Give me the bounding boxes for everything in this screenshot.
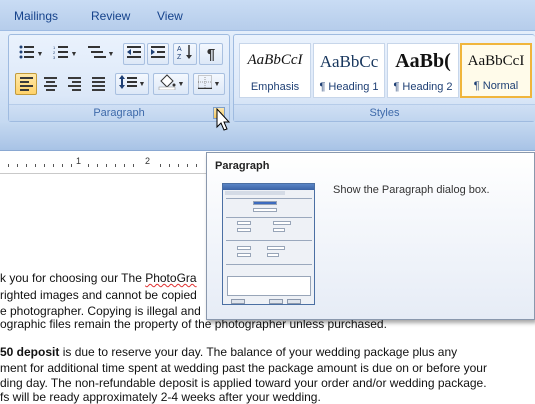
document-line: fs will be ready approximately 2-4 weeks… <box>0 390 321 404</box>
svg-text:A: A <box>177 46 182 53</box>
style-name: ¶ Normal <box>473 80 519 92</box>
numbering-button[interactable]: 123 ▼ <box>49 43 81 65</box>
style-sample: AaBbCcI <box>467 53 525 69</box>
style-heading-1[interactable]: AaBbCc ¶ Heading 1 <box>313 43 385 98</box>
styles-group-label: Styles <box>234 104 535 121</box>
ribbon-tab-bar: Mailings Review View <box>0 0 535 30</box>
decrease-indent-button[interactable] <box>123 43 145 65</box>
spelling-error: PhotoGra <box>145 271 197 285</box>
ribbon-bottom-band <box>0 123 535 151</box>
show-hide-marks-button[interactable]: ¶ <box>199 43 223 65</box>
document-line: ment for additional time spent at weddin… <box>0 361 487 375</box>
align-left-icon <box>19 77 33 91</box>
increase-indent-button[interactable] <box>147 43 169 65</box>
style-normal[interactable]: AaBbCcI ¶ Normal <box>460 43 532 98</box>
pilcrow-icon: ¶ <box>206 45 216 63</box>
align-center-button[interactable] <box>39 73 61 95</box>
style-name: Emphasis <box>250 81 300 93</box>
paragraph-group: ▼ 123 ▼ ▼ AZ ¶ ▼ ▼ ▼ Paragraph <box>8 34 230 122</box>
paragraph-group-label: Paragraph <box>9 104 229 121</box>
style-heading-2[interactable]: AaBb( ¶ Heading 2 <box>387 43 459 98</box>
decrease-indent-icon <box>127 45 141 64</box>
tooltip-description: Show the Paragraph dialog box. <box>333 184 490 196</box>
document-line: ding day. The non-refundable deposit is … <box>0 376 487 390</box>
style-sample: AaBbCc <box>319 52 379 71</box>
chevron-down-icon: ▼ <box>36 50 44 58</box>
paragraph-tooltip: Paragraph Show the Paragraph dialog box. <box>206 152 535 320</box>
document-line: righted images and cannot be copied <box>0 288 197 302</box>
paint-bucket-icon <box>158 73 176 95</box>
bullets-button[interactable]: ▼ <box>15 43 47 65</box>
style-name: ¶ Heading 2 <box>393 81 453 93</box>
align-right-icon <box>67 77 81 91</box>
styles-group: AaBbCcI Emphasis AaBbCc ¶ Heading 1 AaBb… <box>233 34 535 122</box>
tab-mailings[interactable]: Mailings <box>14 9 58 23</box>
style-name: ¶ Heading 1 <box>319 81 379 93</box>
borders-icon <box>197 74 212 94</box>
align-right-button[interactable] <box>63 73 85 95</box>
ribbon: ▼ 123 ▼ ▼ AZ ¶ ▼ ▼ ▼ Paragraph AaBbCcI E… <box>0 30 535 123</box>
chevron-down-icon: ▼ <box>138 80 146 88</box>
sort-az-icon: AZ <box>177 44 193 65</box>
align-left-button[interactable] <box>15 73 37 95</box>
chevron-down-icon: ▼ <box>107 50 115 58</box>
tooltip-title: Paragraph <box>215 160 270 172</box>
chevron-down-icon: ▼ <box>213 80 221 88</box>
shading-button[interactable]: ▼ <box>153 73 189 95</box>
increase-indent-icon <box>151 45 165 64</box>
svg-text:3: 3 <box>53 55 56 59</box>
style-emphasis[interactable]: AaBbCcI Emphasis <box>239 43 311 98</box>
tab-review[interactable]: Review <box>91 9 130 23</box>
numbering-icon: 123 <box>53 45 69 64</box>
sort-button[interactable]: AZ <box>173 43 197 65</box>
ruler-number: 2 <box>145 156 151 166</box>
chevron-down-icon: ▼ <box>177 80 185 88</box>
line-spacing-icon <box>118 74 137 94</box>
borders-button[interactable]: ▼ <box>193 73 225 95</box>
justify-button[interactable] <box>87 73 109 95</box>
document-line: 50 deposit is due to reserve your day. T… <box>0 345 458 359</box>
paragraph-dialog-preview-image <box>222 183 315 305</box>
ruler-number: 1 <box>76 156 82 166</box>
document-line: k you for choosing our The PhotoGra <box>0 271 197 285</box>
justify-icon <box>91 77 105 91</box>
svg-text:Z: Z <box>177 54 182 60</box>
mouse-pointer-icon <box>216 108 231 131</box>
bullets-icon <box>19 45 35 64</box>
style-sample: AaBbCcI <box>247 52 303 68</box>
document-line: e photographer. Copying is illegal and <box>0 304 201 318</box>
tab-view[interactable]: View <box>157 9 183 23</box>
chevron-down-icon: ▼ <box>70 50 78 58</box>
style-sample: AaBb( <box>395 50 451 72</box>
align-center-icon <box>43 77 57 91</box>
line-spacing-button[interactable]: ▼ <box>115 73 149 95</box>
multilevel-list-button[interactable]: ▼ <box>83 43 119 65</box>
multilevel-list-icon <box>87 45 106 64</box>
